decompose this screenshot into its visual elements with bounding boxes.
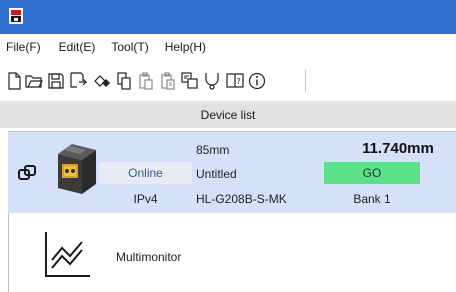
menu-bar: File(F) Edit(E) Tool(T) Help(H) <box>0 34 456 60</box>
toolbar-separator <box>305 70 306 92</box>
trend-chart-icon <box>45 232 90 277</box>
device-range: 85mm <box>196 143 230 157</box>
save-as-icon[interactable] <box>70 72 88 90</box>
device-sensor-image <box>58 144 96 194</box>
new-file-icon[interactable] <box>5 72 23 90</box>
link-icon[interactable] <box>18 165 36 181</box>
app-icon <box>9 8 23 24</box>
diagnose-icon[interactable] <box>203 72 221 90</box>
panel-divider <box>8 213 9 292</box>
svg-text:?: ? <box>237 77 241 86</box>
device-model: HL-G208B-S-MK <box>196 192 287 206</box>
toolbar: ? <box>0 60 456 98</box>
menu-edit[interactable]: Edit(E) <box>53 40 96 54</box>
judgement-badge: GO <box>324 162 420 184</box>
menu-help[interactable]: Help(H) <box>159 40 206 54</box>
paste-icon[interactable] <box>137 72 155 90</box>
bank-label: Bank 1 <box>353 192 391 206</box>
settings-transfer-icon[interactable] <box>181 72 199 90</box>
device-name: Untitled <box>196 167 237 181</box>
protocol-label: IPv4 <box>133 192 158 206</box>
multimonitor-label: Multimonitor <box>116 250 182 264</box>
save-icon[interactable] <box>47 72 65 90</box>
menu-file[interactable]: File(F) <box>0 40 41 54</box>
copy-icon[interactable] <box>115 72 133 90</box>
manual-icon[interactable]: ? <box>226 72 244 90</box>
open-folder-icon[interactable] <box>25 72 43 90</box>
device-row[interactable]: Online IPv4 85mm Untitled HL-G208B-S-MK … <box>8 131 456 213</box>
device-list-header: Device list <box>0 101 456 128</box>
title-bar <box>0 0 456 34</box>
info-icon[interactable] <box>248 72 266 90</box>
menu-tool[interactable]: Tool(T) <box>105 40 148 54</box>
connect-icon[interactable] <box>93 72 111 90</box>
paste-all-icon[interactable] <box>159 72 177 90</box>
status-badge: Online <box>99 162 192 184</box>
measurement-value: 11.740mm <box>362 140 434 157</box>
multimonitor-button[interactable]: Multimonitor <box>42 228 242 284</box>
